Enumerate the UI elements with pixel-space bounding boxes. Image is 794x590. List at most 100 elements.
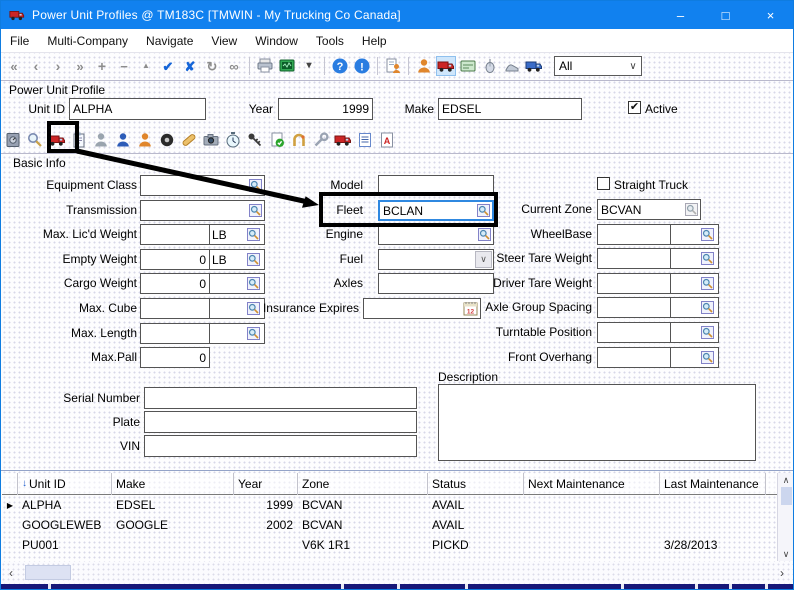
menu-view[interactable]: View [202, 29, 246, 53]
grid-cell[interactable] [660, 495, 766, 515]
close-button[interactable]: × [748, 1, 793, 29]
shop-button[interactable] [502, 56, 522, 76]
axle-group-spacing-edit[interactable] [598, 298, 671, 317]
max-length-edit[interactable] [141, 324, 210, 343]
licenses-button[interactable]: A [377, 130, 397, 150]
edit-record-button[interactable]: ▲ [136, 56, 156, 76]
driver-tare-weight-field[interactable] [597, 273, 719, 294]
maximize-button[interactable]: □ [703, 1, 748, 29]
grid-cell[interactable]: BCVAN [298, 515, 428, 535]
tires-button[interactable] [157, 130, 177, 150]
report-button[interactable] [383, 56, 403, 76]
chevron-down-icon[interactable]: ∨ [625, 61, 641, 72]
straight-truck-checkbox[interactable] [597, 177, 610, 190]
grid-cell[interactable]: GOOGLEWEB [18, 515, 112, 535]
delete-record-button[interactable]: − [114, 56, 134, 76]
grid-cell[interactable]: PU001 [18, 535, 112, 555]
power-unit-button[interactable] [47, 130, 67, 150]
steer-tare-weight-edit[interactable] [598, 249, 671, 268]
keys-button[interactable] [245, 130, 265, 150]
current-zone-field[interactable]: BCVAN [597, 199, 701, 220]
wheelbase-edit[interactable] [598, 225, 671, 244]
timers-button[interactable] [223, 130, 243, 150]
post-edit-button[interactable]: ✔ [158, 56, 178, 76]
grid-cell[interactable] [234, 535, 298, 555]
cancel-edit-button[interactable]: ✘ [180, 56, 200, 76]
vertical-scroll-thumb[interactable] [781, 487, 792, 505]
front-overhang-edit[interactable] [598, 348, 671, 367]
grid-horizontal-scrollbar[interactable]: ‹ › [1, 562, 793, 583]
notes-list-button[interactable] [355, 130, 375, 150]
scroll-down-icon[interactable]: ∨ [778, 547, 794, 561]
grid-header-unit-id[interactable]: ↓Unit ID [18, 473, 112, 495]
front-overhang-lookup-button[interactable] [700, 351, 715, 364]
inspector-button[interactable] [113, 130, 133, 150]
menu-tools[interactable]: Tools [307, 29, 353, 53]
turntable-position-lookup-button[interactable] [700, 326, 715, 339]
grid-cell[interactable]: ALPHA [18, 495, 112, 515]
zoom-button[interactable] [25, 130, 45, 150]
grid-header-next-maintenance[interactable]: Next Maintenance [524, 473, 660, 495]
turntable-position-field[interactable] [597, 322, 719, 343]
plate-field[interactable] [144, 411, 417, 433]
grid-cell[interactable] [112, 535, 234, 555]
axle-group-spacing-lookup-button[interactable] [700, 301, 715, 314]
grid-vertical-scrollbar[interactable]: ∧ ∨ [777, 473, 794, 561]
serial-number-field[interactable] [144, 387, 417, 409]
menu-file[interactable]: File [1, 29, 38, 53]
wheelbase-lookup-button[interactable] [700, 228, 715, 241]
menu-multi-company[interactable]: Multi-Company [38, 29, 137, 53]
max-length-field[interactable] [140, 323, 265, 344]
active-checkbox[interactable]: ✔ [628, 101, 641, 114]
driver-tare-weight-lookup-button[interactable] [700, 277, 715, 290]
notes-button[interactable] [69, 130, 89, 150]
trailer-profiles-button[interactable] [458, 56, 478, 76]
grid-header-make[interactable]: Make [112, 473, 234, 495]
title-bar[interactable]: Power Unit Profiles @ TM183C [TMWIN - My… [1, 1, 793, 29]
vin-field[interactable] [144, 435, 417, 457]
grid-header-year[interactable]: Year [234, 473, 298, 495]
grid-cell[interactable]: GOOGLE [112, 515, 234, 535]
wheelbase-field[interactable] [597, 224, 719, 245]
driver-tare-weight-edit[interactable] [598, 274, 671, 293]
insert-record-button[interactable]: + [92, 56, 112, 76]
next-record-button[interactable]: › [48, 56, 68, 76]
last-record-button[interactable]: » [70, 56, 90, 76]
minimize-button[interactable]: – [658, 1, 703, 29]
help-button[interactable]: ? [330, 56, 350, 76]
turntable-position-edit[interactable] [598, 323, 671, 342]
terminal-button[interactable] [277, 56, 297, 76]
steer-tare-weight-field[interactable] [597, 248, 719, 269]
vault-button[interactable] [3, 130, 23, 150]
grid-cell[interactable] [660, 515, 766, 535]
grid-cell[interactable] [524, 495, 660, 515]
grid-cell[interactable] [524, 515, 660, 535]
power-unit-profiles-button[interactable] [436, 56, 456, 76]
terminal-dropdown-button[interactable]: ▾ [299, 56, 319, 76]
grid-cell[interactable]: AVAIL [428, 495, 524, 515]
about-button[interactable]: ! [352, 56, 372, 76]
grid-cell[interactable]: 2002 [234, 515, 298, 535]
description-field[interactable] [438, 384, 756, 461]
owner-operator-button[interactable] [135, 130, 155, 150]
prior-record-button[interactable]: ‹ [26, 56, 46, 76]
mechanic-button[interactable] [91, 130, 111, 150]
truck-detail-button[interactable] [333, 130, 353, 150]
axle-group-spacing-field[interactable] [597, 297, 719, 318]
first-record-button[interactable]: « [4, 56, 24, 76]
refresh-button[interactable]: ↻ [202, 56, 222, 76]
maintenance-button[interactable] [311, 130, 331, 150]
grid-cell[interactable] [524, 535, 660, 555]
search-button[interactable]: ∞ [224, 56, 244, 76]
photos-button[interactable] [201, 130, 221, 150]
grid-row[interactable]: ▶ALPHAEDSEL1999BCVANAVAIL [2, 495, 777, 515]
menu-help[interactable]: Help [353, 29, 396, 53]
grid-cell[interactable]: BCVAN [298, 495, 428, 515]
make-field[interactable]: EDSEL [438, 98, 582, 120]
repairs-button[interactable] [179, 130, 199, 150]
filter-combo[interactable]: All ∨ [554, 56, 642, 76]
hitch-button[interactable] [289, 130, 309, 150]
scroll-right-icon[interactable]: › [774, 566, 790, 580]
steer-tare-weight-lookup-button[interactable] [700, 252, 715, 265]
grid-cell[interactable]: V6K 1R1 [298, 535, 428, 555]
